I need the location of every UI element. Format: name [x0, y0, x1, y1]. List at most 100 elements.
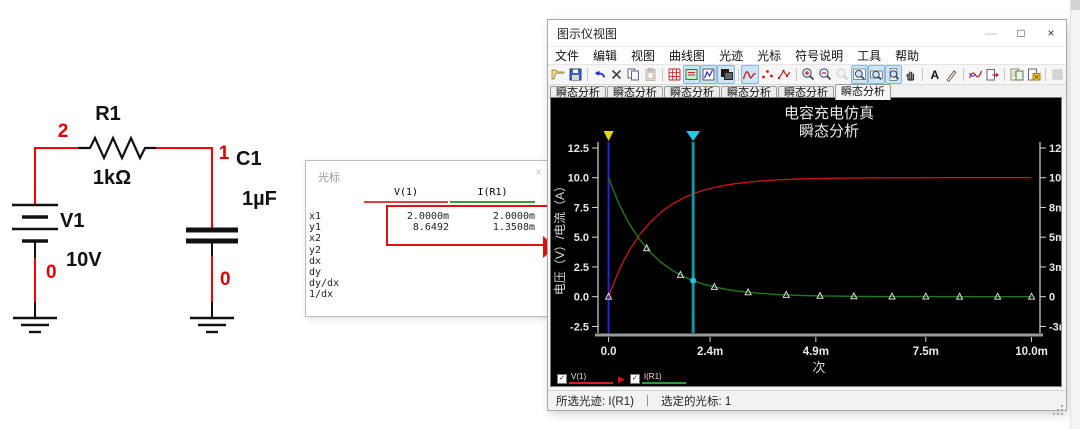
pointer-icon[interactable]: [943, 65, 960, 84]
copy-graph-icon[interactable]: [1008, 65, 1025, 84]
svg-text:7.5m: 7.5m: [913, 346, 939, 358]
chart-area[interactable]: 12.512m10.010m7.58m5.05m2.53m0.00-2.5-3m…: [550, 97, 1062, 387]
menu-help[interactable]: 帮助: [888, 47, 926, 64]
delete-icon[interactable]: [608, 65, 625, 84]
copy-icon[interactable]: [625, 65, 642, 84]
resistor-ref-label: R1: [95, 103, 121, 125]
svg-text:0.0: 0.0: [574, 292, 589, 304]
cursor-dialog[interactable]: 光标 × V(1) I(R1) x12.0000m2.0000my18.6492…: [305, 160, 549, 317]
zoom-in-icon[interactable]: [800, 65, 817, 84]
node-label-0-left: 0: [46, 262, 57, 283]
menu-bar: 文件编辑视图曲线图光迹光标符号说明工具帮助: [548, 47, 1066, 65]
svg-text:7.5: 7.5: [574, 202, 589, 214]
menu-file[interactable]: 文件: [548, 47, 586, 64]
menu-graph[interactable]: 曲线图: [662, 47, 712, 64]
status-selected-trace: 所选光迹: I(R1): [556, 393, 634, 409]
zoom-width-icon[interactable]: [868, 65, 885, 84]
tab-transient-analysis-6[interactable]: 瞬态分析: [835, 84, 891, 100]
cursor-row-1dx: 1/dx: [309, 289, 541, 300]
cursor-row-label: dy/dx: [309, 278, 364, 289]
legend-icon[interactable]: [683, 65, 700, 84]
zoom-area-icon[interactable]: [834, 65, 851, 84]
svg-text:10.0: 10.0: [568, 173, 589, 185]
capacitor-ref-label: C1: [236, 148, 262, 170]
minimize-button[interactable]: —: [976, 22, 1006, 44]
scrollbar-thumb[interactable]: [1071, 0, 1080, 10]
close-icon[interactable]: ×: [535, 165, 542, 179]
window-titlebar[interactable]: 图示仪视图 —□×: [548, 20, 1066, 47]
grid-icon[interactable]: [666, 65, 683, 84]
save-icon[interactable]: [567, 65, 584, 84]
export-excel-icon[interactable]: [1025, 65, 1042, 84]
undo-icon[interactable]: [591, 65, 608, 84]
cursor-row-label: 1/dx: [309, 289, 364, 300]
export-icon[interactable]: [984, 65, 1001, 84]
menu-tools[interactable]: 工具: [850, 47, 888, 64]
open-icon[interactable]: [550, 65, 567, 84]
toolbar-separator: [963, 68, 964, 81]
legend-checkbox[interactable]: ✓: [630, 374, 640, 384]
cursor-2-point-icon: [690, 278, 696, 284]
menu-edit[interactable]: 编辑: [586, 47, 624, 64]
cursor-2-flag-icon[interactable]: [686, 131, 700, 141]
svg-text:5.0: 5.0: [574, 232, 589, 244]
paste-icon[interactable]: [642, 65, 659, 84]
legend-line-icon: [642, 382, 686, 384]
trace-icon[interactable]: [741, 65, 758, 84]
cursor-row-label: y2: [309, 245, 364, 256]
svg-text:电容充电仿真: 电容充电仿真: [784, 104, 874, 122]
zoom-100-icon[interactable]: [851, 65, 868, 84]
svg-text:2.5: 2.5: [574, 262, 589, 274]
wire-net-2[interactable]: [35, 148, 78, 205]
trace-line-icon[interactable]: [776, 65, 793, 84]
trace-dots-icon[interactable]: [759, 65, 776, 84]
resistor-r1[interactable]: [78, 138, 156, 158]
menu-trace[interactable]: 光迹: [712, 47, 750, 64]
cursor-value-v1: [364, 289, 449, 300]
window-title: 图示仪视图: [548, 25, 976, 42]
svg-text:0: 0: [1049, 292, 1055, 304]
chart-plot[interactable]: 12.512m10.010m7.58m5.05m2.53m0.00-2.5-3m…: [551, 98, 1061, 386]
cursor-value-ir1: [449, 267, 535, 278]
svg-text:0.0: 0.0: [601, 346, 617, 358]
toolbar-separator: [662, 68, 663, 81]
menu-view[interactable]: 视图: [624, 47, 662, 64]
stop-icon[interactable]: [1049, 65, 1066, 84]
zoom-out-icon[interactable]: [817, 65, 834, 84]
cursor-row-label: dx: [309, 256, 364, 267]
ground-left[interactable]: [13, 318, 57, 332]
overlay-traces-icon[interactable]: [967, 65, 984, 84]
node-label-1: 1: [219, 143, 230, 164]
zoom-height-icon[interactable]: [885, 65, 902, 84]
app-scrollbar[interactable]: [1070, 0, 1080, 429]
close-button[interactable]: ×: [1036, 22, 1066, 44]
resize-grip-icon[interactable]: [1061, 405, 1063, 407]
cursor-1-flag-icon[interactable]: [604, 131, 614, 141]
source-ref-label: V1: [60, 210, 84, 232]
svg-text:12.5: 12.5: [568, 143, 589, 155]
text-icon[interactable]: A: [926, 65, 943, 84]
menu-legend[interactable]: 符号说明: [788, 47, 850, 64]
ground-right[interactable]: [190, 318, 234, 332]
axes-icon[interactable]: [700, 65, 717, 84]
legend-checkbox[interactable]: ✓: [557, 374, 567, 384]
wire-net-1[interactable]: [156, 148, 212, 228]
svg-text:A: A: [931, 68, 940, 82]
cursor-value-v1: [364, 245, 449, 256]
hand-icon[interactable]: [902, 65, 919, 84]
series-ir1[interactable]: [609, 178, 1032, 297]
blackbox-icon[interactable]: [717, 65, 734, 84]
maximize-button[interactable]: □: [1006, 22, 1036, 44]
node-label-0-right: 0: [220, 269, 231, 290]
cursor-value-ir1: [449, 278, 535, 289]
window-controls: —□×: [976, 22, 1066, 44]
svg-text:瞬态分析: 瞬态分析: [799, 123, 859, 140]
status-divider: |: [646, 395, 649, 407]
menu-cursor[interactable]: 光标: [750, 47, 788, 64]
cursor-value-ir1: [449, 256, 535, 267]
cursor-row-label: x2: [309, 233, 364, 244]
series-v1[interactable]: [609, 178, 1032, 297]
legend-item-v1: ✓V(1): [557, 373, 613, 384]
cursor-row-dydx: dy/dx: [309, 278, 541, 289]
cursor-row-dy: dy: [309, 267, 541, 278]
